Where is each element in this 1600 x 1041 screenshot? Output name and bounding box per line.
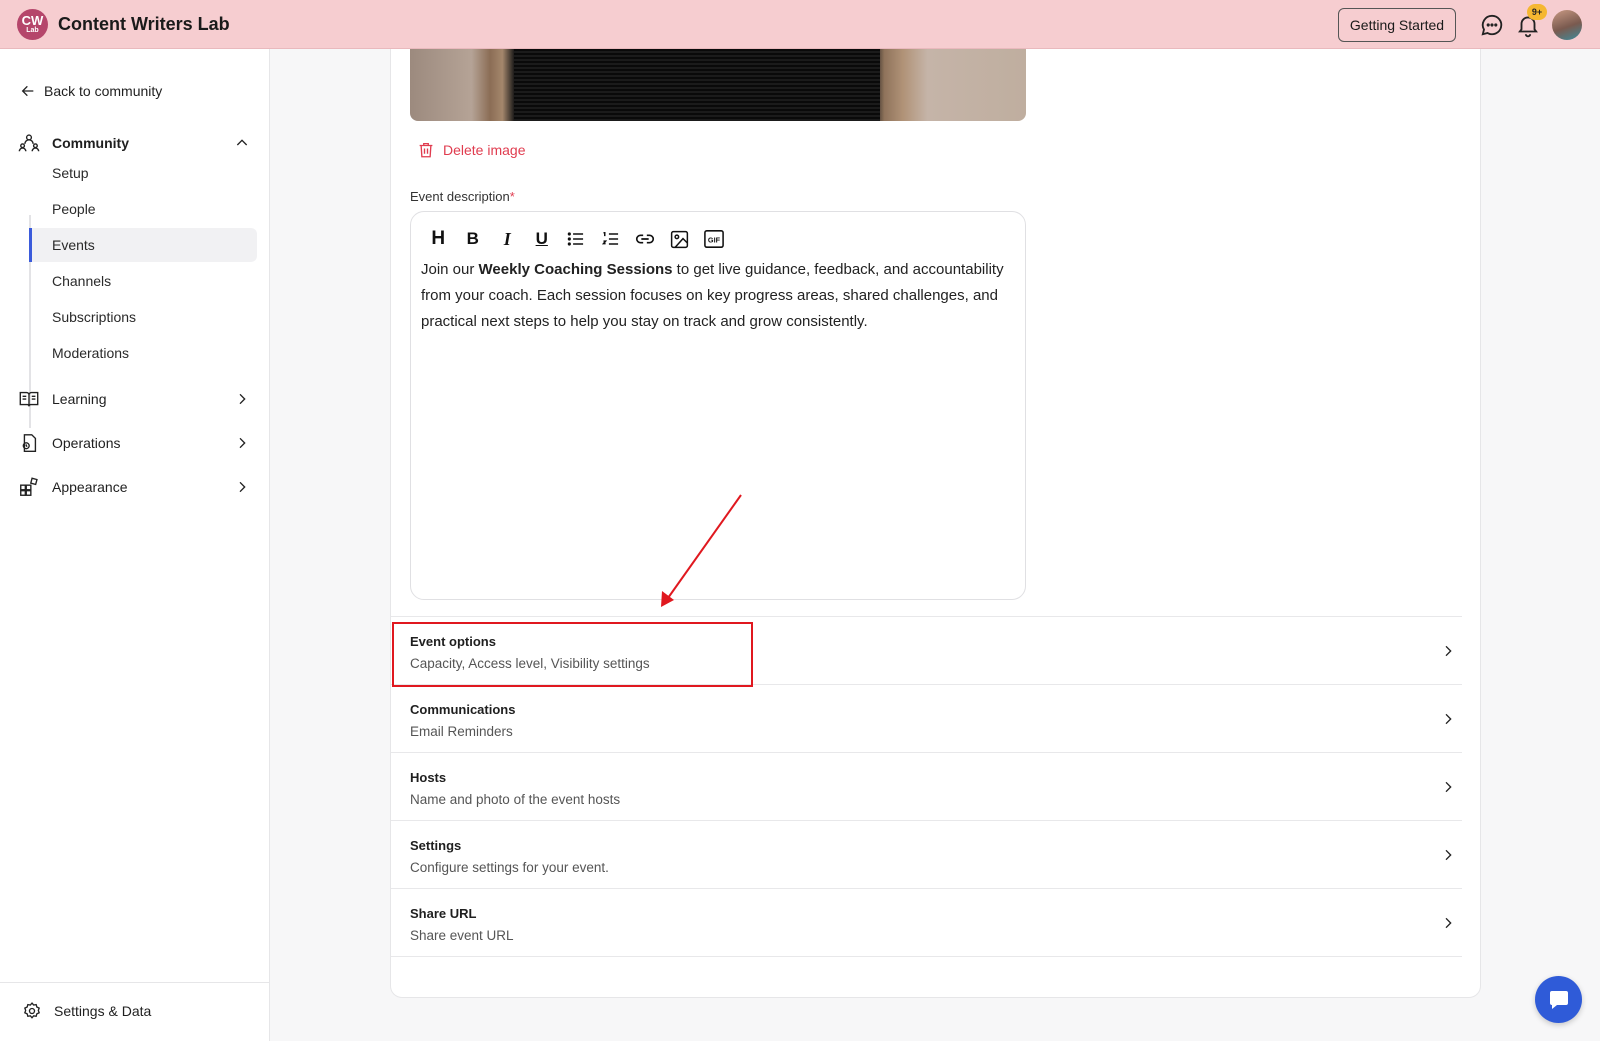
description-text: Join our [421,261,479,278]
numbered-list-button[interactable] [594,226,629,252]
operations-icon [22,434,37,452]
option-subtitle: Name and photo of the event hosts [410,792,621,807]
chevron-right-icon [1445,713,1452,725]
sidebar-section-label: Learning [52,391,107,407]
appearance-icon [20,477,38,496]
event-description-editor[interactable]: H B I U GIF Join our Weekly Coaching Ses… [410,211,1026,600]
option-row-hosts[interactable]: Hosts Name and photo of the event hosts [391,752,1462,820]
gear-icon [24,1002,40,1019]
support-chat-button[interactable] [1535,976,1582,1023]
link-icon [636,234,655,244]
bold-icon: B [466,229,479,248]
settings-data-link[interactable]: Settings & Data [22,1001,151,1021]
editor-toolbar: H B I U GIF [421,226,732,252]
option-subtitle: Configure settings for your event. [410,860,609,875]
option-title: Share URL [410,906,477,921]
link-button[interactable] [628,226,663,252]
app-title: Content Writers Lab [58,14,230,34]
option-title: Communications [410,702,516,717]
chevron-right-icon [1445,849,1452,861]
sidebar-footer: Settings & Data [0,982,269,1041]
trash-icon [419,142,433,158]
heading-icon: H [431,228,446,249]
sidebar-item-moderations[interactable]: Moderations [29,336,257,370]
app-logo[interactable]: CW Lab [17,9,48,40]
top-bar: CW Lab Content Writers Lab Getting Start… [0,0,1600,49]
event-description-label: Event description* [410,189,515,204]
bullet-list-icon [568,232,584,246]
gif-icon: GIF [704,230,725,248]
underline-button[interactable]: U [525,226,560,252]
delete-image-label: Delete image [443,142,526,158]
sidebar-section-community[interactable]: Community [18,128,250,158]
option-title: Hosts [410,770,447,785]
sidebar-item-setup[interactable]: Setup [29,156,257,190]
community-icon [18,134,40,152]
image-icon [671,230,689,248]
event-cover-image [410,49,1026,121]
chevron-right-icon [1445,645,1452,657]
list-divider [391,956,1462,957]
option-row-settings[interactable]: Settings Configure settings for your eve… [391,820,1462,888]
sidebar-section-learning[interactable]: Learning [18,384,250,414]
option-subtitle: Share event URL [410,928,514,943]
sidebar: Back to community Community Setup People… [0,49,270,1041]
chevron-up-icon [236,139,248,146]
annotation-highlight-box [392,622,753,687]
numbered-list-icon [601,232,618,245]
back-label: Back to community [44,83,163,99]
required-mark: * [509,189,515,204]
sidebar-item-subscriptions[interactable]: Subscriptions [29,300,257,334]
logo-text: CW [21,13,44,28]
bullet-list-button[interactable] [559,226,594,252]
option-row-share-url[interactable]: Share URL Share event URL [391,888,1462,956]
chevron-right-icon [1445,917,1452,929]
insert-gif-button[interactable]: GIF [697,226,732,252]
user-avatar[interactable] [1552,10,1582,40]
gif-label: GIF [708,236,721,245]
option-title: Settings [410,838,462,853]
sidebar-item-events[interactable]: Events [29,228,257,262]
sidebar-section-label: Operations [52,435,121,451]
editor-content[interactable]: Join our Weekly Coaching Sessions to get… [421,257,1011,335]
heading-button[interactable]: H [421,226,456,252]
italic-icon: I [503,228,511,249]
underline-icon: U [535,229,548,248]
insert-image-button[interactable] [663,226,698,252]
delete-image-button[interactable]: Delete image [417,141,526,159]
sidebar-item-channels[interactable]: Channels [29,264,257,298]
sidebar-section-operations[interactable]: Operations [18,428,250,458]
getting-started-button[interactable]: Getting Started [1338,8,1456,42]
sidebar-section-appearance[interactable]: Appearance [18,472,250,502]
cover-image-detail [514,49,880,121]
label-text: Event description [410,189,510,204]
chevron-right-icon [239,481,246,493]
book-icon [19,391,39,407]
sidebar-item-people[interactable]: People [29,192,257,226]
bold-button[interactable]: B [456,226,491,252]
option-subtitle: Email Reminders [410,724,513,739]
chevron-right-icon [239,393,246,405]
event-form-card: Delete image Event description* H B I U [390,49,1481,998]
notification-badge: 9+ [1527,4,1547,20]
chat-icon [1549,990,1568,1009]
settings-data-label: Settings & Data [54,1003,152,1019]
back-to-community-link[interactable]: Back to community [20,83,162,99]
chevron-right-icon [1445,781,1452,793]
sidebar-section-label: Appearance [52,479,128,495]
option-row-communications[interactable]: Communications Email Reminders [391,684,1462,752]
sidebar-section-label: Community [52,135,129,151]
chevron-right-icon [239,437,246,449]
italic-button[interactable]: I [490,226,525,252]
arrow-left-icon [21,85,34,97]
description-bold-text: Weekly Coaching Sessions [478,261,673,278]
chat-bubble-icon[interactable] [1479,12,1505,38]
logo-subtext: Lab [26,27,39,34]
